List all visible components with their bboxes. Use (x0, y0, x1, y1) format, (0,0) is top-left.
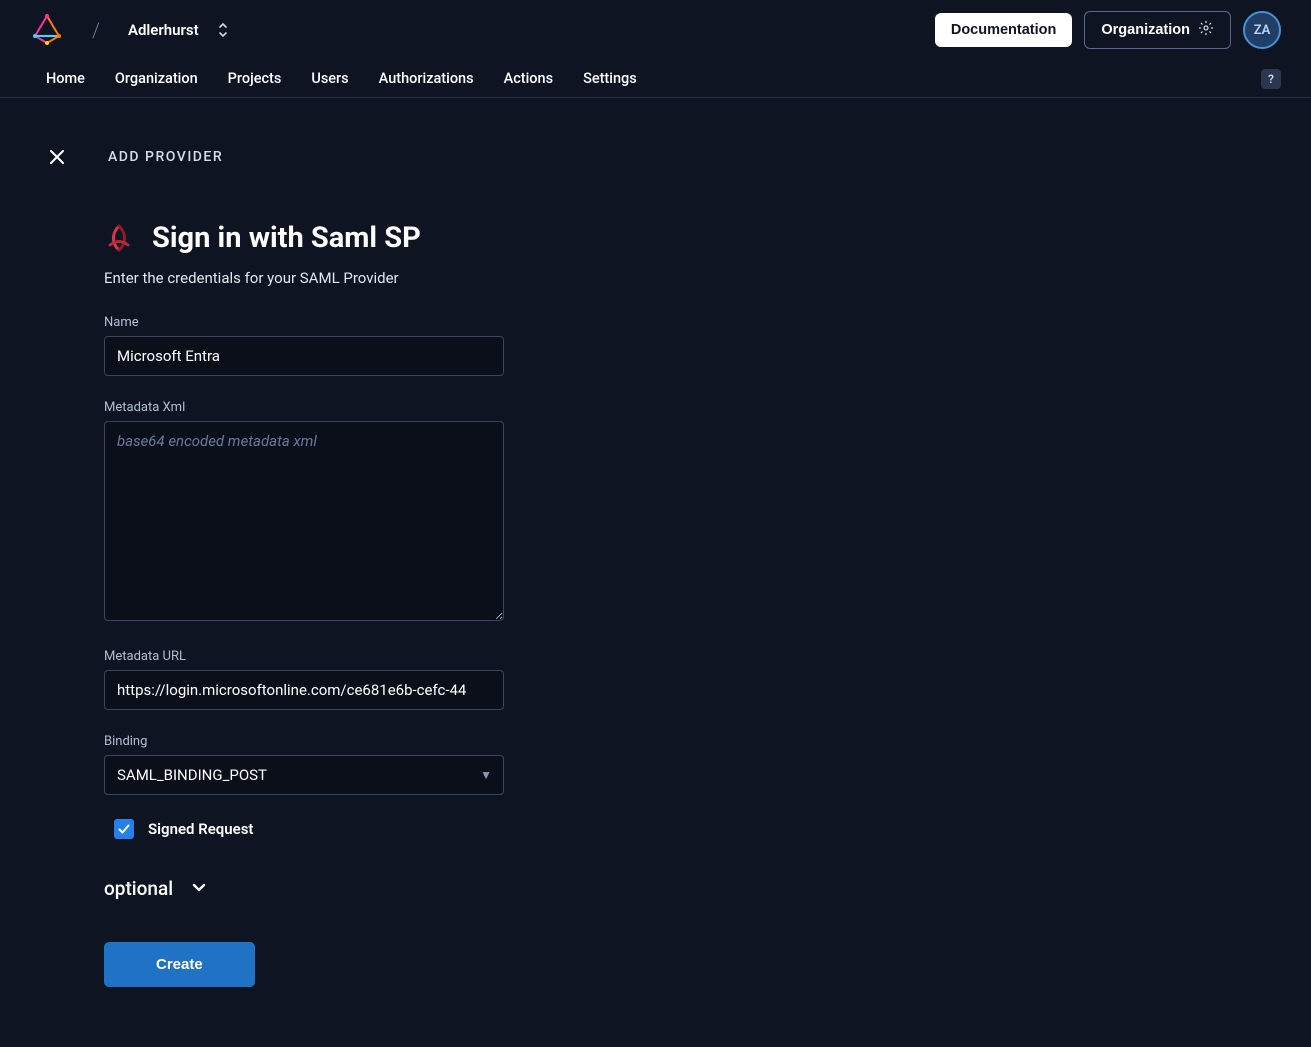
nav-row: Home Organization Projects Users Authori… (0, 60, 1311, 98)
page-subtitle: Enter the credentials for your SAML Prov… (104, 269, 612, 287)
unfold-icon (217, 22, 229, 38)
avatar[interactable]: ZA (1243, 11, 1281, 49)
title-row: Sign in with Saml SP (104, 221, 612, 255)
page-header-row: ADD PROVIDER (0, 148, 1311, 166)
field-metadata-xml: Metadata Xml (104, 400, 612, 625)
nav-projects[interactable]: Projects (228, 70, 282, 87)
header-left: / Adlerhurst (30, 13, 229, 47)
nav-organization[interactable]: Organization (115, 70, 198, 87)
name-label: Name (104, 315, 612, 330)
nav-actions[interactable]: Actions (504, 70, 553, 87)
binding-label: Binding (104, 734, 612, 749)
app-logo[interactable] (30, 13, 64, 47)
org-selector[interactable]: Adlerhurst (128, 21, 229, 39)
signed-request-label: Signed Request (148, 820, 253, 838)
breadcrumb: ADD PROVIDER (108, 149, 223, 165)
chevron-down-icon (191, 877, 207, 900)
optional-toggle[interactable]: optional (104, 877, 612, 900)
page-body: ADD PROVIDER Sign in with Saml SP Enter … (0, 98, 1311, 1047)
binding-select[interactable]: SAML_BINDING_POST (104, 755, 504, 795)
page-title: Sign in with Saml SP (152, 221, 421, 255)
organization-button[interactable]: Organization (1084, 11, 1231, 49)
name-input[interactable] (104, 336, 504, 376)
content: Sign in with Saml SP Enter the credentia… (0, 221, 612, 987)
documentation-button[interactable]: Documentation (935, 13, 1073, 47)
metadata-url-label: Metadata URL (104, 649, 612, 664)
top-header: / Adlerhurst Documentation Organization … (0, 0, 1311, 60)
metadata-xml-input[interactable] (104, 421, 504, 621)
form: Name Metadata Xml Metadata URL Binding S… (104, 315, 612, 987)
organization-button-label: Organization (1101, 22, 1190, 38)
signed-request-checkbox[interactable] (114, 819, 134, 839)
header-right: Documentation Organization ZA (935, 11, 1281, 49)
gear-icon (1198, 20, 1214, 40)
saml-provider-icon (104, 223, 134, 253)
nav-home[interactable]: Home (46, 70, 85, 87)
nav-settings[interactable]: Settings (583, 70, 637, 87)
optional-label: optional (104, 877, 173, 900)
close-icon[interactable] (46, 148, 68, 166)
help-button[interactable]: ? (1261, 69, 1281, 89)
field-name: Name (104, 315, 612, 376)
nav-tabs: Home Organization Projects Users Authori… (46, 70, 637, 87)
create-button[interactable]: Create (104, 942, 255, 987)
metadata-url-input[interactable] (104, 670, 504, 710)
avatar-initials: ZA (1254, 23, 1271, 38)
nav-users[interactable]: Users (311, 70, 348, 87)
signed-request-row: Signed Request (104, 819, 612, 839)
nav-authorizations[interactable]: Authorizations (379, 70, 474, 87)
metadata-xml-label: Metadata Xml (104, 400, 612, 415)
org-name: Adlerhurst (128, 21, 199, 39)
breadcrumb-separator: / (92, 18, 100, 42)
field-binding: Binding SAML_BINDING_POST ▼ (104, 734, 612, 795)
field-metadata-url: Metadata URL (104, 649, 612, 710)
